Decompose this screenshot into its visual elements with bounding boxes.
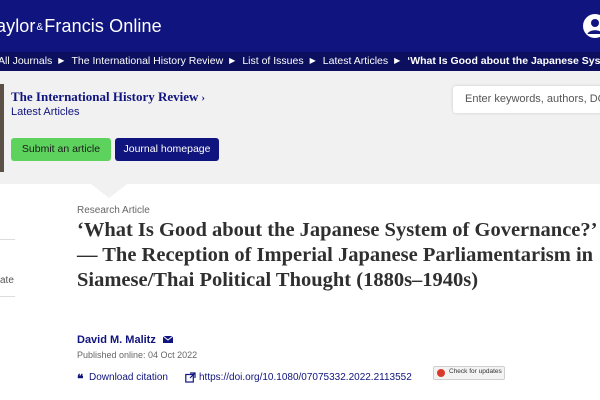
journal-cover-thumbnail[interactable]	[0, 84, 4, 172]
journal-title-link[interactable]: The International History Review ›	[11, 89, 205, 105]
user-circle-icon[interactable]	[583, 14, 600, 38]
doi-link[interactable]: https://doi.org/10.1080/07075332.2022.21…	[199, 372, 412, 383]
author-name-link[interactable]: David M. Malitz	[77, 334, 156, 346]
breadcrumb-arrow-icon: ▶	[309, 56, 316, 65]
journal-title: The International History Review	[11, 89, 199, 104]
journal-subtitle: Latest Articles	[11, 106, 80, 118]
download-citation-link[interactable]: Download citation	[89, 372, 168, 383]
envelope-icon[interactable]	[163, 336, 173, 343]
breadcrumb-arrow-icon: ▶	[229, 56, 236, 65]
breadcrumb-list-of-issues[interactable]: List of Issues	[242, 55, 303, 67]
breadcrumb-journal[interactable]: The International History Review	[71, 55, 223, 67]
site-logo[interactable]: aylor&Francis Online	[0, 16, 162, 37]
check-for-updates-button[interactable]: Check for updates	[433, 366, 505, 380]
chevron-right-icon: ›	[201, 92, 206, 104]
check-for-updates-label: Check for updates	[449, 368, 502, 375]
breadcrumb-arrow-icon: ▶	[394, 56, 401, 65]
logo-text: aylor	[0, 16, 36, 36]
sidebar-divider	[0, 296, 15, 297]
sidebar-divider	[0, 239, 15, 240]
article-type: Research Article	[77, 205, 150, 216]
logo-text-rest: Francis Online	[44, 16, 162, 36]
breadcrumb-current: ‘What Is Good about the Japanese System …	[407, 55, 600, 67]
sidebar-item-partial[interactable]: ate	[0, 275, 14, 286]
submit-article-button[interactable]: Submit an article	[11, 138, 111, 161]
breadcrumb-all-journals[interactable]: All Journals	[0, 55, 52, 67]
article-title: ‘What Is Good about the Japanese System …	[77, 219, 596, 291]
journal-homepage-button[interactable]: Journal homepage	[115, 138, 219, 161]
breadcrumb: All Journals ▶ The International History R…	[0, 52, 600, 71]
breadcrumb-latest-articles[interactable]: Latest Articles	[323, 55, 388, 67]
published-date: Published online: 04 Oct 2022	[77, 350, 198, 360]
quote-icon: ❝	[77, 372, 84, 386]
search-input[interactable]: Enter keywords, authors, DOI,	[453, 86, 600, 113]
top-header: aylor&Francis Online	[0, 0, 600, 52]
band-pointer	[91, 184, 127, 198]
breadcrumb-arrow-icon: ▶	[58, 56, 65, 65]
link-icon	[185, 372, 196, 383]
crossmark-icon	[437, 369, 445, 377]
search-placeholder: Enter keywords, authors, DOI,	[465, 93, 600, 105]
logo-ampersand: &	[36, 22, 44, 33]
